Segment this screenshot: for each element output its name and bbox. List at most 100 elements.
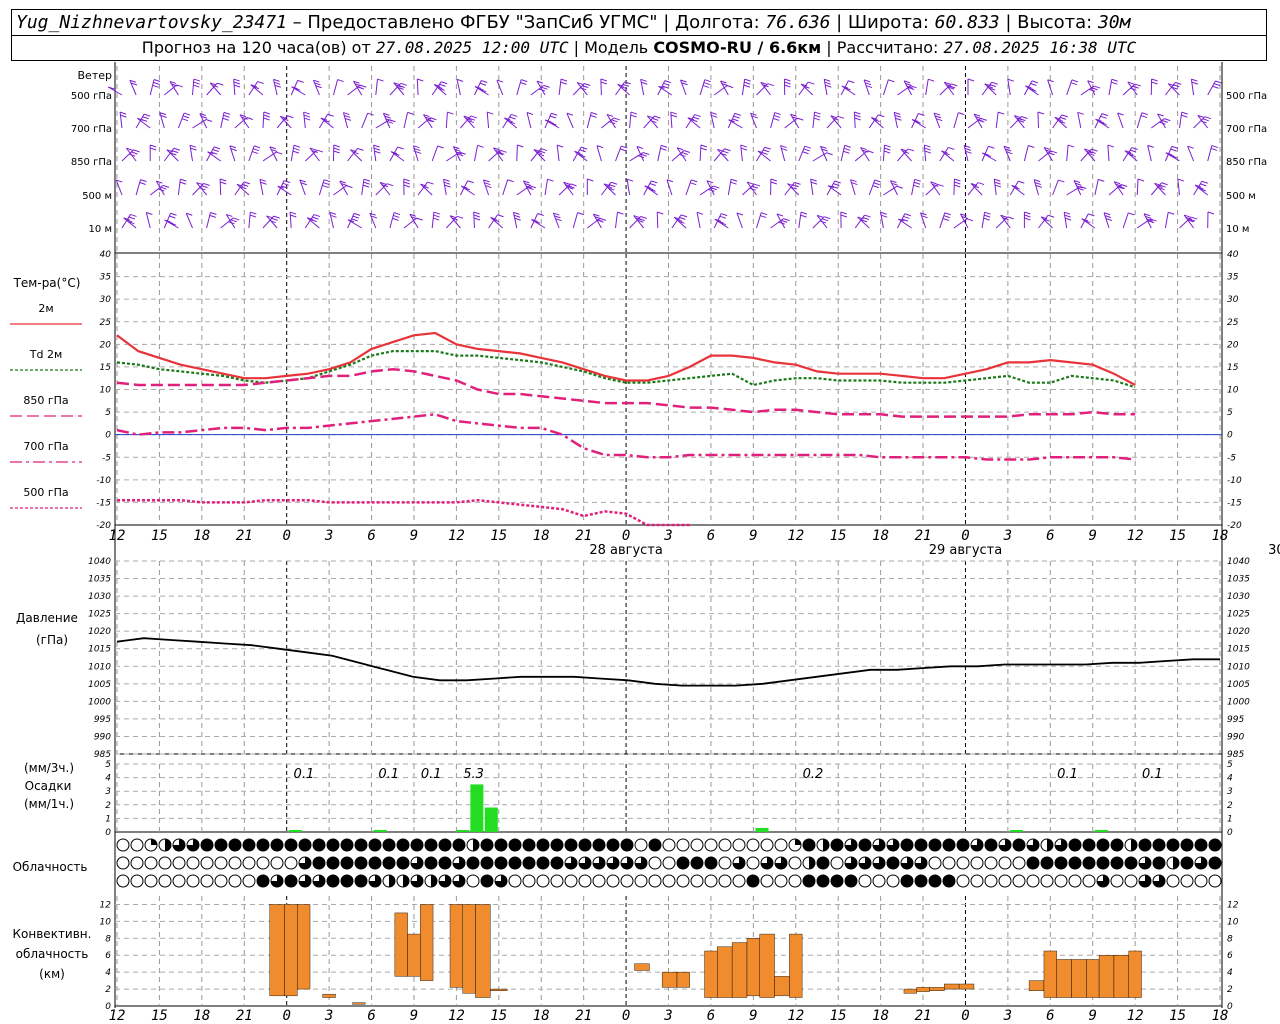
conv-bar [759, 933, 775, 998]
cloud-fill-half [823, 839, 829, 851]
conv-tick-right: 0 [1227, 1002, 1233, 1012]
wind-barb-flag [1211, 145, 1218, 149]
wind-barb-flag [551, 112, 558, 116]
wind-barb-flag [1173, 84, 1180, 88]
wind-barb [626, 179, 631, 196]
cloud-symbol [788, 874, 802, 888]
pressure-tick-right: 1015 [1227, 645, 1250, 655]
wind-barb-flag [209, 214, 216, 218]
time-tick-label: 0 [961, 528, 969, 544]
time-tick-label-bottom: 0 [622, 1008, 630, 1024]
wind-barb-flag [540, 148, 548, 152]
wind-barb [273, 79, 278, 96]
wind-barb-flag [556, 144, 564, 148]
wind-barb-flag [511, 113, 518, 117]
wind-barb-flag [232, 217, 240, 221]
wind-barb-flag [303, 111, 310, 115]
wind-barb-flag [292, 150, 300, 154]
wind-barb [1108, 79, 1113, 96]
wind-barb-flag [257, 81, 264, 85]
wind-barb-flag [984, 211, 991, 215]
cloud-symbol [1208, 874, 1222, 888]
wind-level-label-right: 500 гПа [1226, 91, 1267, 102]
cloud-fill-full [341, 857, 353, 869]
wind-barb-flag [584, 83, 591, 86]
conv-tick-right: 8 [1227, 934, 1233, 944]
time-tick-label: 18 [193, 528, 210, 544]
wind-barb-flag [581, 146, 588, 150]
wind-barb-flag [304, 117, 311, 121]
precip-bar [755, 827, 769, 832]
pressure-tick: 1035 [88, 575, 111, 585]
wind-barb [868, 114, 879, 129]
wind-barb-flag [1047, 214, 1055, 218]
cloud-symbol [690, 838, 704, 852]
wind-barb-flag [252, 148, 260, 152]
wind-barb-flag [386, 183, 394, 187]
wind-barb-flag [487, 111, 494, 115]
wind-barb-flag [724, 148, 731, 152]
cloud-fill-full [1153, 857, 1165, 869]
wind-barb-flag [1137, 178, 1145, 182]
wind-barb [640, 79, 645, 96]
conv-bar [1128, 950, 1142, 998]
wind-barb [431, 212, 435, 229]
wind-barb [883, 185, 898, 196]
temp-tick: 5 [105, 408, 111, 418]
temp-tick-right: -20 [1227, 521, 1242, 531]
wind-barb-flag [1107, 144, 1115, 148]
wind-barb-flag [813, 117, 821, 121]
cloud-fill-full [313, 857, 325, 869]
wind-barb-flag [407, 111, 414, 115]
wind-barb-flag [290, 214, 297, 218]
time-tick-label: 15 [830, 528, 847, 544]
cloud-fill-full [341, 839, 353, 851]
conv-unit: (км) [39, 967, 65, 981]
wind-barb [798, 81, 809, 96]
wind-barb [389, 212, 395, 229]
wind-barb [1190, 79, 1195, 96]
wind-barb-flag [660, 144, 668, 148]
pressure-title: Давление [16, 611, 78, 625]
precip-tick: 2 [105, 801, 111, 811]
cloud-symbol [984, 874, 998, 888]
wind-barb-flag [1101, 113, 1109, 117]
conv-bar [407, 933, 421, 977]
wind-barb-flag [1077, 111, 1084, 115]
wind-barb-flag [700, 147, 707, 151]
time-tick-label: 0 [282, 528, 290, 544]
wind-barb-flag [740, 144, 747, 148]
wind-barb [403, 112, 409, 129]
wind-barb-flag [139, 182, 146, 185]
cloud-symbol [228, 856, 242, 870]
wind-barb [1103, 212, 1110, 229]
conv-bar [420, 904, 434, 981]
cloud-symbol [984, 856, 998, 870]
wind-barb-flag [212, 149, 219, 152]
wind-barb-flag [1120, 184, 1128, 187]
time-tick-label: 9 [410, 528, 418, 544]
conv-title-1: Конвективн. [13, 927, 92, 941]
wind-barb-flag [133, 149, 140, 153]
wind-barb [911, 119, 926, 129]
wind-barb-flag [479, 82, 487, 86]
precip-amount-label: 0.1 [378, 767, 399, 782]
wind-barb-flag [840, 211, 847, 215]
cloud-symbol [956, 856, 970, 870]
wind-barb-flag [702, 84, 710, 88]
pressure-tick: 990 [94, 732, 111, 742]
conv-bar [1113, 955, 1129, 998]
wind-barb-flag [1134, 83, 1141, 87]
time-tick-label-bottom: 18 [193, 1008, 210, 1024]
wind-barb-flag [626, 178, 634, 182]
wind-barb-flag [444, 184, 451, 188]
precip-amount-label: 0.1 [294, 767, 315, 782]
cloud-fill-half [431, 875, 437, 887]
wind-barb [443, 179, 447, 196]
wind-barb [953, 112, 959, 129]
cloud-symbol [1054, 874, 1068, 888]
wind-barb-flag [784, 84, 791, 88]
cloud-fill-full [523, 857, 535, 869]
wind-barb-flag [1161, 119, 1168, 123]
temp-tick: 25 [100, 318, 112, 328]
